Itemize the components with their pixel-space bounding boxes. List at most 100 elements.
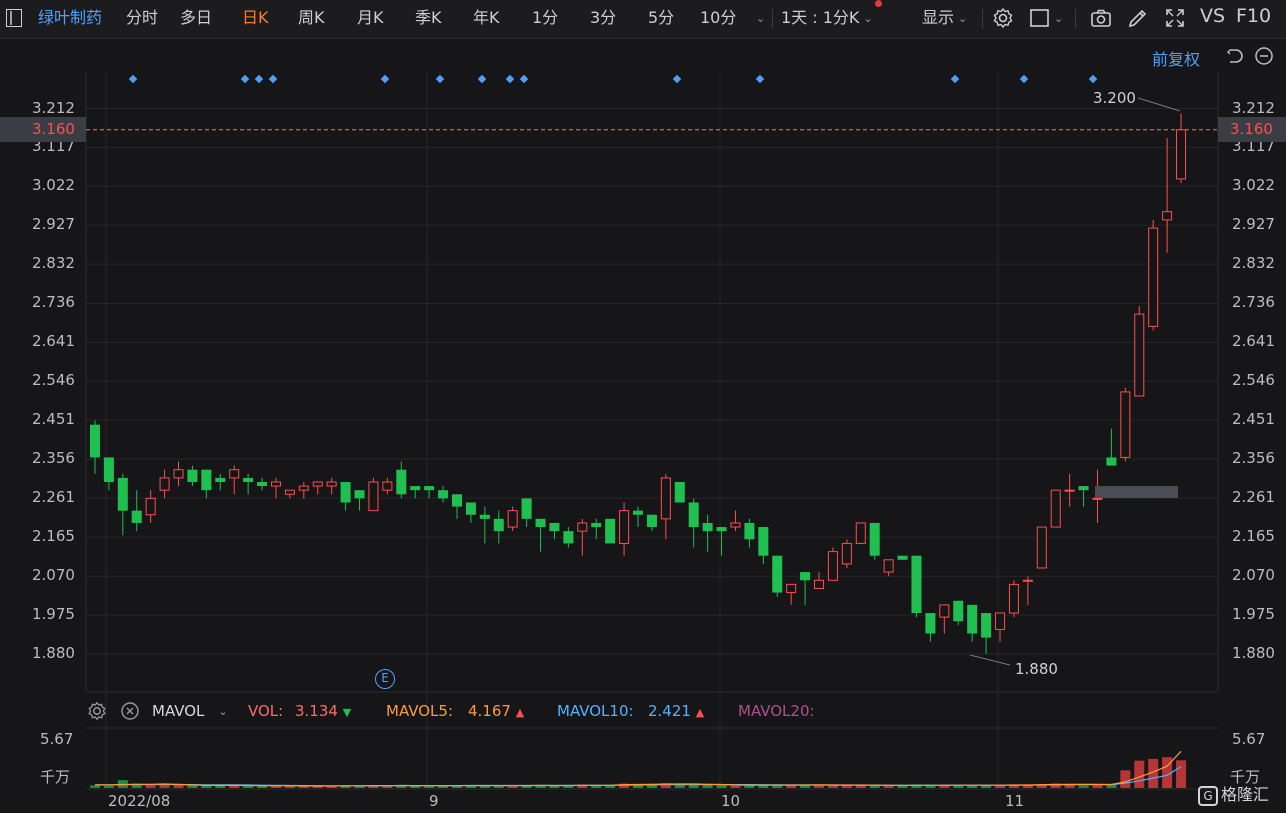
candle-body — [772, 555, 783, 593]
candle-body — [1148, 227, 1159, 327]
tab-weekly-k[interactable]: 周K — [298, 7, 325, 29]
volume-bar — [646, 784, 657, 788]
candle-body — [1036, 526, 1047, 569]
x-axis-label: 2022/08 — [108, 792, 171, 810]
tab-1min[interactable]: 1分 — [532, 7, 558, 29]
event-e-marker[interactable]: E — [375, 669, 395, 689]
volume-bar — [257, 786, 268, 788]
volume-bar — [479, 785, 490, 788]
tab-3min[interactable]: 3分 — [590, 7, 616, 29]
candle-body — [312, 481, 323, 487]
divider — [982, 9, 983, 29]
more-tabs-chevron-icon[interactable]: ⌄ — [756, 7, 765, 29]
price-tick-label: 3.022 — [1232, 176, 1275, 195]
volume-bar — [827, 785, 838, 788]
gear-icon[interactable] — [86, 700, 108, 722]
event-diamond-icon — [128, 74, 138, 84]
volume-bar — [688, 784, 699, 788]
volume-bar — [1064, 784, 1075, 788]
candle-body — [187, 469, 198, 482]
chevron-down-icon: ⌄ — [863, 11, 873, 25]
price-tick-label: 2.070 — [1232, 566, 1275, 585]
layout-chevron-icon[interactable]: ⌄ — [1054, 7, 1063, 29]
annotations — [969, 97, 1181, 666]
undo-icon[interactable] — [1224, 46, 1244, 66]
volume-axis-unit-left: 千万 — [40, 768, 71, 786]
candles — [89, 113, 1187, 654]
tab-monthly-k[interactable]: 月K — [357, 7, 384, 29]
candle-body — [1022, 579, 1033, 582]
candle-body — [1092, 497, 1103, 500]
notification-dot — [875, 0, 882, 7]
period-select[interactable]: 1天 : 1分K ⌄ — [781, 7, 873, 29]
volume-bar — [243, 785, 254, 788]
volume-bar — [1008, 784, 1019, 788]
close-circle-icon[interactable] — [120, 701, 140, 721]
volume-bar — [535, 785, 546, 788]
event-diamond-icon — [672, 74, 682, 84]
tab-daily-k[interactable]: 日K — [242, 7, 269, 29]
price-tick-label: 1.975 — [32, 605, 75, 624]
volume-bar — [591, 785, 602, 788]
tab-quarterly-k[interactable]: 季K — [415, 7, 442, 29]
low-leader-line — [969, 654, 1011, 666]
event-diamond-icon — [1019, 74, 1029, 84]
volume-bar — [841, 784, 852, 788]
event-diamond-icon — [240, 74, 250, 84]
tab-10min[interactable]: 10分 — [700, 7, 736, 29]
mavol20-label: MAVOL20: — [738, 702, 815, 720]
pencil-icon[interactable] — [1126, 6, 1150, 30]
camera-icon[interactable] — [1089, 6, 1113, 30]
candle-body — [911, 555, 922, 614]
volume-bar — [424, 786, 435, 788]
volume-bar — [1120, 770, 1131, 788]
collapse-circle-icon[interactable] — [1254, 46, 1274, 66]
price-tick-label: 3.212 — [1232, 98, 1275, 117]
adjust-type-button[interactable]: 前复权 — [1152, 46, 1200, 70]
candle-body — [117, 477, 128, 511]
gear-icon[interactable] — [991, 6, 1015, 30]
stock-name[interactable]: 绿叶制药 — [38, 7, 102, 29]
volume-bar — [883, 785, 894, 788]
candle-body — [103, 457, 114, 482]
volume-bar — [1036, 784, 1047, 788]
volume-bar — [465, 785, 476, 788]
tab-intraday[interactable]: 分时 — [126, 7, 158, 29]
candle-body — [939, 604, 950, 618]
current-price-left-tag: 3.160 — [0, 117, 86, 142]
tab-multiday[interactable]: 多日 — [180, 7, 212, 29]
volume-bar — [187, 785, 198, 788]
candle-body — [1008, 583, 1019, 614]
candlestick-chart[interactable] — [0, 0, 1286, 813]
candle-body — [591, 522, 602, 528]
indicator-select[interactable]: MAVOL ⌄ — [152, 696, 228, 726]
candle-body — [215, 477, 226, 482]
f10-button[interactable]: F10 — [1236, 5, 1271, 27]
vs-button[interactable]: VS — [1200, 5, 1225, 27]
display-menu[interactable]: 显示 ⌄ — [922, 7, 967, 29]
fullscreen-icon[interactable] — [1163, 6, 1187, 30]
volume-bar — [410, 785, 421, 788]
candle-body — [605, 518, 616, 544]
candle-body — [1134, 313, 1145, 397]
low-price-label: 1.880 — [1015, 660, 1058, 678]
candle-body — [493, 518, 504, 532]
volume-bar — [1134, 760, 1145, 788]
price-tick-label: 3.022 — [32, 176, 75, 195]
price-tick-label: 2.451 — [32, 410, 75, 429]
candle-body — [201, 469, 212, 491]
high-price-label: 3.200 — [1093, 89, 1136, 107]
candle-body — [145, 497, 156, 516]
price-tick-label: 2.261 — [1232, 487, 1275, 506]
tab-5min[interactable]: 5分 — [648, 7, 674, 29]
candle-body — [535, 518, 546, 528]
layout-square-icon[interactable] — [1028, 6, 1052, 30]
candle-body — [1162, 211, 1173, 221]
event-diamond-icon — [380, 74, 390, 84]
candle-body — [646, 514, 657, 528]
volume-bar — [939, 785, 950, 788]
sidebar-toggle-icon[interactable] — [6, 9, 22, 27]
volume-bar — [89, 785, 100, 788]
candle-body — [967, 604, 978, 634]
tab-yearly-k[interactable]: 年K — [473, 7, 500, 29]
